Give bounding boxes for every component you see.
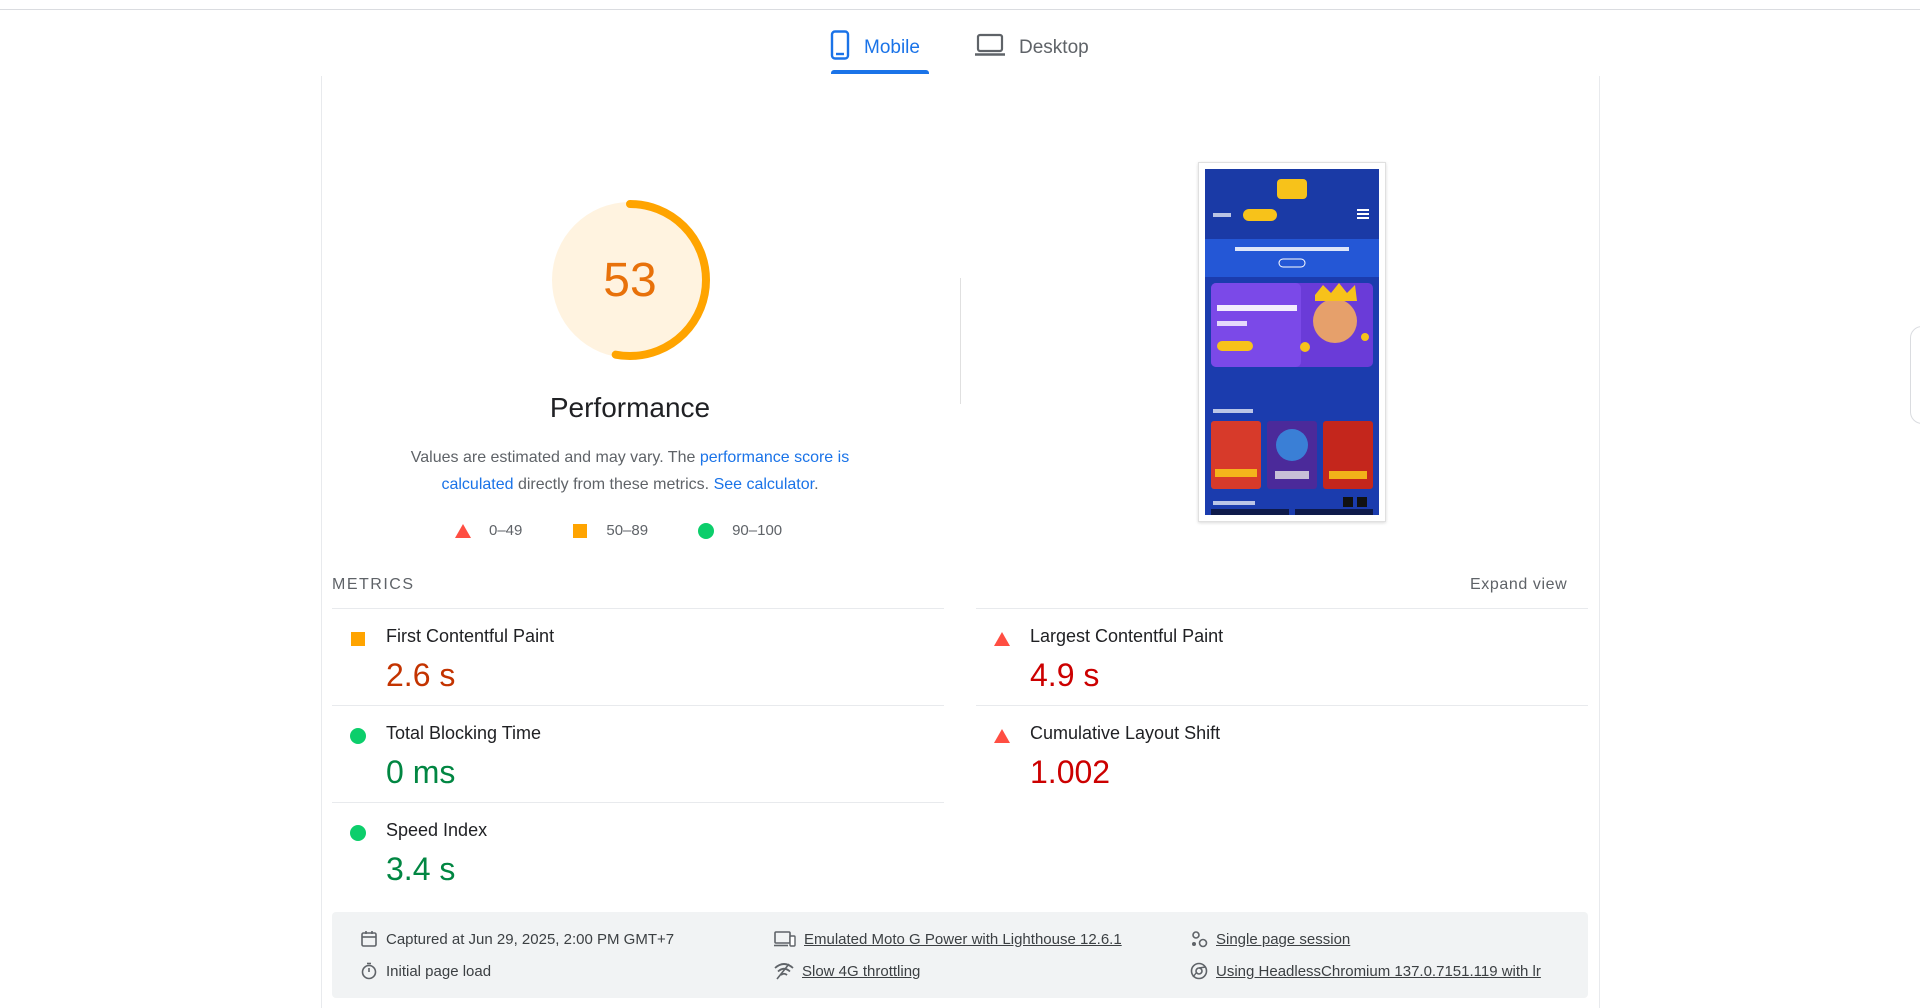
square-icon (351, 632, 365, 646)
triangle-icon (994, 729, 1010, 743)
performance-description: Values are estimated and may vary. The p… (380, 444, 880, 498)
laptop-icon (975, 33, 1005, 63)
circle-icon (350, 728, 366, 744)
side-panel-handle[interactable] (1910, 326, 1920, 424)
metric-first-contentful-paint: First Contentful Paint 2.6 s (332, 608, 944, 705)
score-legend: 0–49 50–89 90–100 (455, 522, 832, 539)
metric-title: First Contentful Paint (386, 626, 555, 646)
initial-page-load: Initial page load (360, 962, 491, 980)
metric-title: Total Blocking Time (386, 723, 542, 743)
tab-mobile-label: Mobile (864, 37, 920, 58)
emulated-device-link[interactable]: Emulated Moto G Power with Lighthouse 12… (804, 931, 1122, 948)
legend-pass: 90–100 (698, 522, 782, 539)
metric-value: 4.9 s (1030, 657, 1100, 693)
expand-view-toggle[interactable]: Expand view (1470, 576, 1567, 594)
metric-title: Speed Index (386, 820, 488, 840)
metrics-heading: METRICS (332, 576, 415, 593)
triangle-icon (455, 523, 471, 538)
screenshot-graphic (1205, 169, 1379, 515)
initial-page-load-text: Initial page load (386, 962, 492, 980)
browser-version-link[interactable]: Using HeadlessChromium 137.0.7151.119 wi… (1216, 963, 1541, 980)
devices-icon (774, 931, 796, 947)
active-tab-indicator (831, 70, 929, 74)
captured-at: Captured at Jun 29, 2025, 2:00 PM GMT+7 (360, 930, 674, 948)
top-divider (0, 9, 1920, 10)
legend-average: 50–89 (572, 522, 648, 539)
circle-icon (350, 825, 366, 841)
metric-largest-contentful-paint: Largest Contentful Paint 4.9 s (976, 608, 1588, 705)
desc-text-2: directly from these metrics. (513, 476, 714, 493)
metric-value: 3.4 s (386, 851, 456, 887)
wifi-icon (774, 963, 794, 980)
desc-text-3: . (814, 476, 819, 493)
chrome-icon (1190, 962, 1208, 980)
legend-fail: 0–49 (455, 522, 522, 539)
tab-desktop-label: Desktop (1019, 37, 1089, 58)
session-type: Single page session (1190, 930, 1350, 948)
calendar-icon (361, 931, 377, 947)
emulated-device: Emulated Moto G Power with Lighthouse 12… (774, 930, 1122, 948)
network-throttling-link[interactable]: Slow 4G throttling (802, 963, 920, 980)
tab-desktop[interactable]: Desktop (975, 22, 1089, 74)
person-icon (1192, 931, 1208, 948)
desc-text-1: Values are estimated and may vary. The (410, 449, 700, 466)
page-screenshot-thumbnail[interactable] (1198, 162, 1386, 522)
circle-icon (698, 522, 715, 539)
metric-value: 2.6 s (386, 657, 456, 693)
vertical-separator (960, 278, 961, 404)
see-calculator-link[interactable]: See calculator (714, 476, 815, 493)
smartphone-icon (830, 30, 850, 66)
performance-title: Performance (549, 392, 711, 423)
screenshot-image (1205, 169, 1379, 515)
network-throttling: Slow 4G throttling (774, 962, 920, 980)
performance-score: 53 (603, 253, 657, 307)
metric-title: Largest Contentful Paint (1030, 626, 1224, 646)
triangle-icon (994, 632, 1010, 646)
metric-value: 1.002 (1030, 754, 1111, 790)
legend-fail-label: 0–49 (489, 522, 523, 539)
panel-border-left (321, 76, 322, 1008)
tab-mobile[interactable]: Mobile (830, 22, 920, 74)
legend-average-label: 50–89 (606, 522, 649, 539)
panel-border-right (1599, 76, 1600, 1008)
metric-title: Cumulative Layout Shift (1030, 723, 1221, 743)
device-tabs: Mobile Desktop (0, 22, 1920, 74)
metric-cumulative-layout-shift: Cumulative Layout Shift 1.002 (976, 705, 1588, 802)
stopwatch-icon (361, 962, 377, 980)
captured-at-text: Captured at Jun 29, 2025, 2:00 PM GMT+7 (386, 930, 675, 948)
metric-speed-index: Speed Index 3.4 s (332, 802, 944, 899)
metric-value: 0 ms (386, 754, 456, 790)
browser-version: Using HeadlessChromium 137.0.7151.119 wi… (1190, 962, 1584, 980)
session-type-link[interactable]: Single page session (1216, 931, 1350, 948)
square-icon (573, 523, 588, 538)
runtime-settings: Captured at Jun 29, 2025, 2:00 PM GMT+7 … (332, 912, 1588, 998)
legend-pass-label: 90–100 (732, 522, 783, 539)
metric-total-blocking-time: Total Blocking Time 0 ms (332, 705, 944, 802)
